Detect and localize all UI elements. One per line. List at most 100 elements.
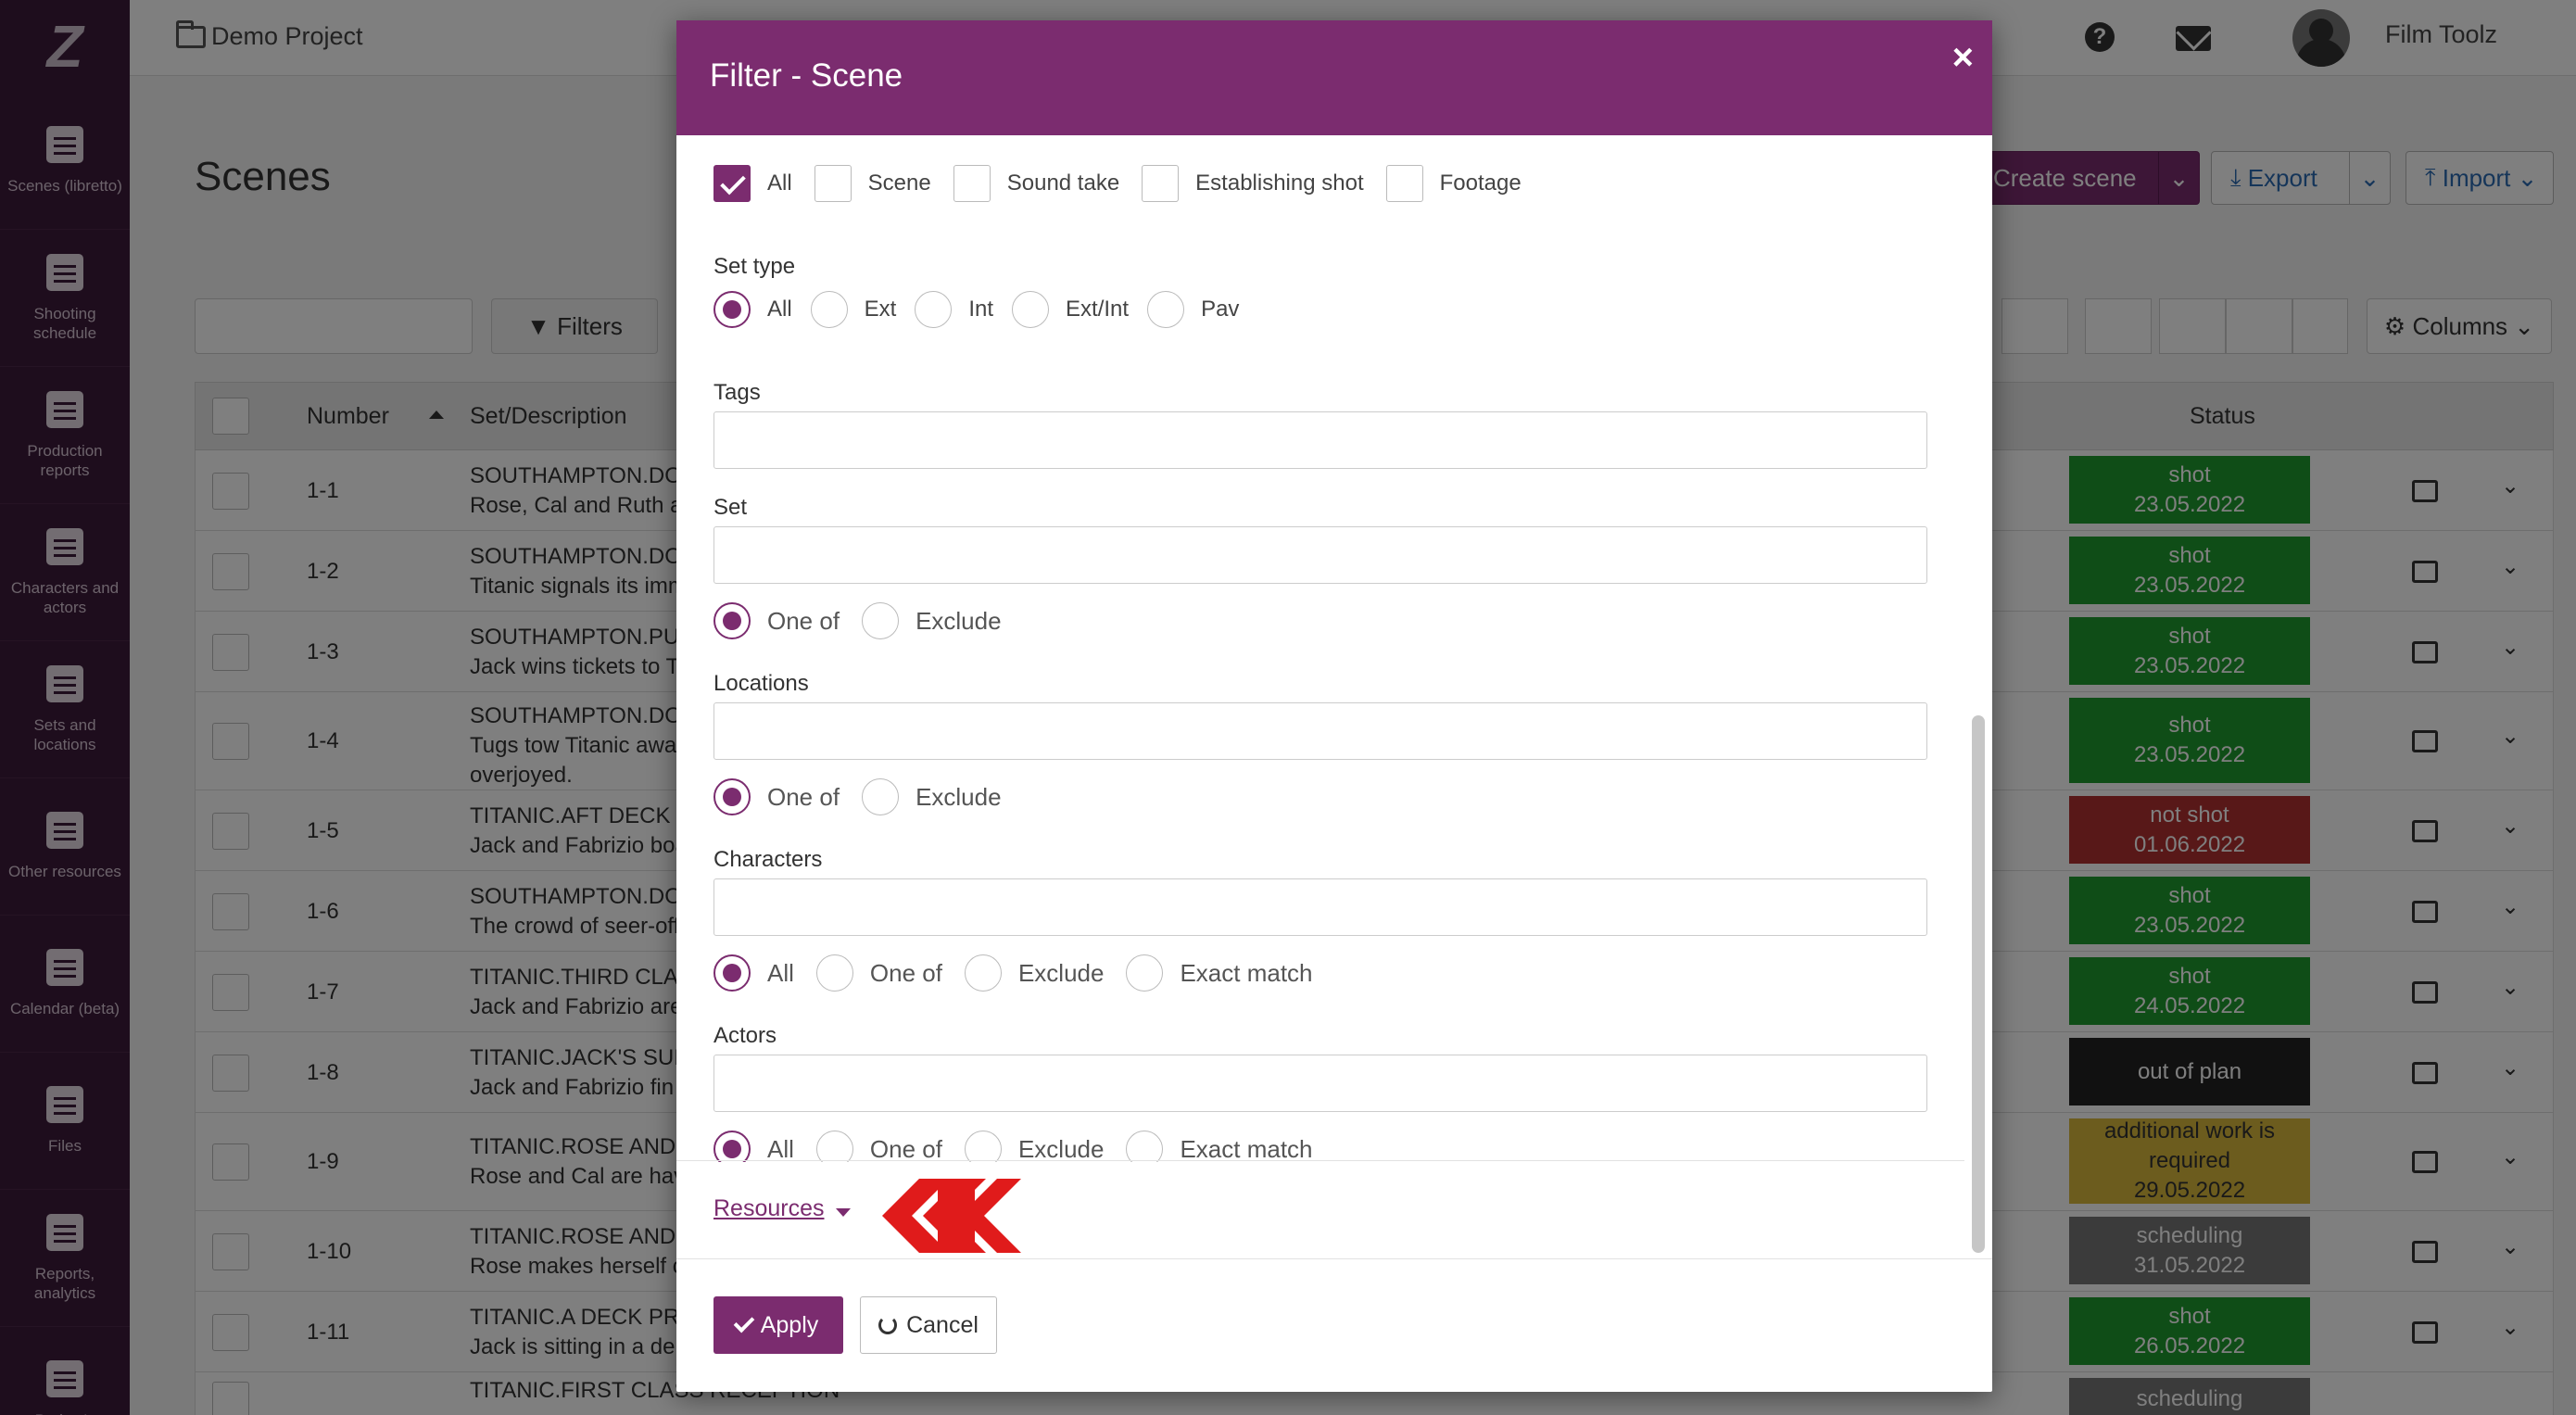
radio-button[interactable]: [1147, 291, 1185, 328]
radio-button[interactable]: [1126, 954, 1164, 992]
radio-option[interactable]: One of: [815, 954, 942, 992]
radio-button[interactable]: [713, 778, 751, 815]
radio-option[interactable]: One of: [713, 778, 840, 815]
radio-option-label: One of: [869, 958, 942, 987]
radio-option-label: One of: [767, 782, 840, 811]
radio-button[interactable]: [713, 1131, 751, 1162]
characters-label: Characters: [713, 847, 823, 872]
radio-button[interactable]: [713, 602, 751, 639]
actors-input[interactable]: [713, 1055, 1927, 1112]
resources-divider: [676, 1160, 1964, 1161]
radio-option[interactable]: Ext/Int: [1012, 291, 1129, 328]
set-type-label: Set type: [713, 254, 796, 279]
radio-option-label: Ext/Int: [1066, 297, 1130, 322]
pointer-arrow-icon: [882, 1179, 1021, 1253]
type-option-label: Sound take: [1006, 171, 1120, 196]
radio-option-label: Exclude: [915, 606, 1002, 635]
scene-type-options: All Scene Sound take Establishing shot Foota…: [713, 165, 1544, 202]
cancel-label: Cancel: [906, 1311, 979, 1338]
characters-mode-options: All One of Exclude Exact match: [713, 954, 1335, 992]
scene-type-option[interactable]: Establishing shot: [1142, 165, 1364, 202]
radio-button[interactable]: [810, 291, 848, 328]
radio-button[interactable]: [1126, 1131, 1164, 1162]
radio-option[interactable]: One of: [713, 602, 840, 639]
radio-option[interactable]: Exact match: [1126, 954, 1313, 992]
set-input[interactable]: [713, 526, 1927, 584]
radio-button[interactable]: [713, 954, 751, 992]
radio-option[interactable]: Exclude: [862, 602, 1002, 639]
dialog-title: Filter - Scene: [710, 57, 903, 94]
radio-option-label: All: [767, 1134, 794, 1163]
characters-input[interactable]: [713, 878, 1927, 936]
cancel-button[interactable]: Cancel: [860, 1296, 997, 1354]
radio-button[interactable]: [862, 778, 900, 815]
undo-icon: [878, 1316, 898, 1334]
type-checkbox[interactable]: [1142, 165, 1180, 202]
tags-label: Tags: [713, 380, 761, 405]
close-icon[interactable]: ×: [1952, 37, 1974, 79]
dialog-footer: Apply Cancel: [676, 1258, 1992, 1392]
radio-option-label: All: [767, 297, 792, 322]
radio-option[interactable]: Ext: [810, 291, 897, 328]
radio-option-label: Exact match: [1180, 958, 1313, 987]
radio-option[interactable]: All: [713, 1131, 794, 1162]
actors-mode-options: All One of Exclude Exact match: [713, 1131, 1335, 1162]
scene-type-option[interactable]: Footage: [1385, 165, 1522, 202]
type-option-label: Footage: [1439, 171, 1522, 196]
actors-label: Actors: [713, 1023, 777, 1048]
radio-option-label: One of: [869, 1134, 942, 1163]
locations-input[interactable]: [713, 702, 1927, 760]
locations-label: Locations: [713, 671, 809, 696]
check-icon: [733, 1311, 755, 1333]
radio-button[interactable]: [815, 954, 853, 992]
radio-option[interactable]: Exclude: [964, 1131, 1105, 1163]
type-option-label: Establishing shot: [1195, 171, 1364, 196]
radio-button[interactable]: [815, 1131, 853, 1162]
apply-label: Apply: [760, 1311, 819, 1338]
radio-option[interactable]: One of: [815, 1131, 942, 1163]
radio-option-label: All: [767, 958, 794, 987]
type-checkbox[interactable]: [713, 165, 751, 202]
radio-option[interactable]: Exclude: [964, 954, 1105, 992]
radio-option-label: Exclude: [1017, 958, 1105, 987]
type-checkbox[interactable]: [814, 165, 852, 202]
type-checkbox[interactable]: [1385, 165, 1423, 202]
radio-option-label: Exact match: [1180, 1134, 1313, 1163]
set-type-options: All Ext Int Ext/Int Pav: [713, 291, 1257, 328]
radio-button[interactable]: [964, 954, 1002, 992]
scene-type-option[interactable]: Scene: [814, 165, 931, 202]
radio-option-label: One of: [767, 606, 840, 635]
dialog-header: Filter - Scene ×: [676, 20, 1992, 135]
apply-button[interactable]: Apply: [713, 1296, 843, 1354]
radio-button[interactable]: [964, 1131, 1002, 1162]
filter-dialog: Filter - Scene × All Scene Sound take Estab…: [676, 20, 1992, 1392]
radio-option[interactable]: Exact match: [1126, 1131, 1313, 1163]
type-option-label: Scene: [867, 171, 931, 196]
resources-toggle[interactable]: Resources: [713, 1195, 825, 1222]
radio-option-label: Exclude: [1017, 1134, 1105, 1163]
radio-button[interactable]: [1012, 291, 1050, 328]
radio-option-label: Int: [968, 297, 994, 322]
scene-type-option[interactable]: All: [713, 165, 792, 202]
radio-option[interactable]: All: [713, 954, 794, 992]
set-label: Set: [713, 495, 748, 520]
radio-button[interactable]: [713, 291, 751, 328]
type-option-label: All: [767, 171, 792, 196]
chevron-down-icon[interactable]: [836, 1208, 851, 1217]
radio-option[interactable]: Exclude: [862, 778, 1002, 815]
type-checkbox[interactable]: [953, 165, 991, 202]
radio-option-label: Ext: [864, 297, 897, 322]
radio-button[interactable]: [862, 602, 900, 639]
radio-option[interactable]: Int: [915, 291, 993, 328]
radio-button[interactable]: [915, 291, 953, 328]
radio-option-label: Exclude: [915, 782, 1002, 811]
radio-option[interactable]: Pav: [1147, 291, 1239, 328]
set-mode-options: One of Exclude: [713, 602, 1024, 639]
radio-option[interactable]: All: [713, 291, 792, 328]
locations-mode-options: One of Exclude: [713, 778, 1024, 815]
tags-input[interactable]: [713, 411, 1927, 469]
radio-option-label: Pav: [1201, 297, 1240, 322]
scene-type-option[interactable]: Sound take: [953, 165, 1119, 202]
dialog-scrollbar[interactable]: [1972, 715, 1985, 1253]
dialog-body: All Scene Sound take Establishing shot Foota…: [676, 135, 1964, 1162]
